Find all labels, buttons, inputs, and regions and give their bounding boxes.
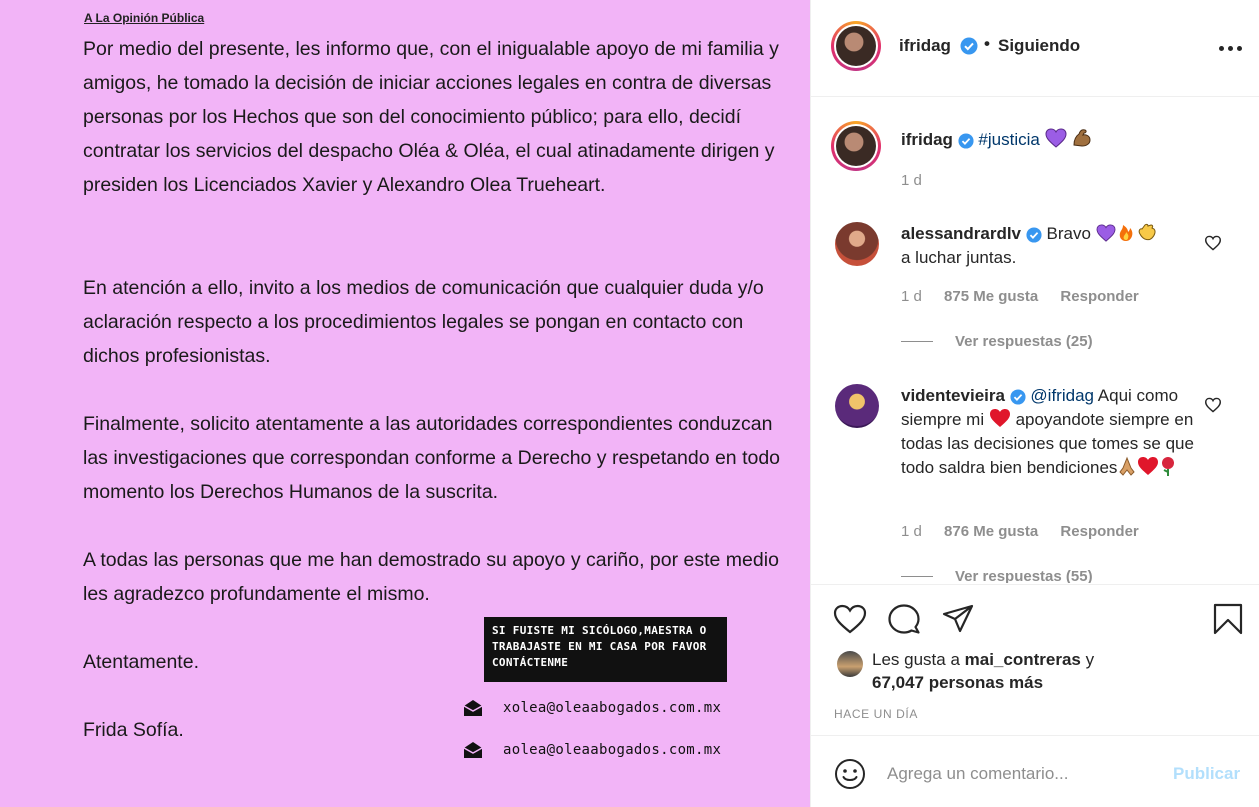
- comment-likes[interactable]: 875 Me gusta: [944, 288, 1038, 305]
- likes-others[interactable]: 67,047 personas más: [872, 673, 1043, 692]
- letter-paragraph-4: A todas las personas que me han demostra…: [83, 549, 779, 605]
- verified-badge-icon: [960, 37, 978, 55]
- following-button[interactable]: Siguiendo: [998, 36, 1080, 56]
- reply-button[interactable]: Responder: [1060, 288, 1138, 305]
- letter-paragraph-1: Por medio del presente, les informo que,…: [83, 38, 779, 196]
- email-address-1: xolea@oleaabogados.com.mx: [503, 700, 722, 716]
- comment-username[interactable]: videntevieira: [901, 386, 1005, 405]
- caption-text: ifridag #justicia: [901, 128, 1201, 152]
- likes-prefix: Les gusta a: [872, 650, 960, 669]
- comment-body-continued: a luchar juntas.: [901, 248, 1017, 267]
- post-actions: Les gusta a mai_contreras y 67,047 perso…: [811, 584, 1259, 736]
- letter-title: A La Opinión Pública: [84, 11, 205, 25]
- rose-icon: [1162, 457, 1175, 476]
- email-row-2: aolea@oleaabogados.com.mx: [462, 739, 721, 761]
- bookmark-icon[interactable]: [1211, 603, 1245, 635]
- purple-heart-icon: [1096, 224, 1116, 242]
- view-replies-button[interactable]: Ver respuestas (25): [901, 333, 1093, 350]
- post-header: ifridag • Siguiendo: [811, 0, 1259, 97]
- caption-author-avatar[interactable]: [831, 121, 881, 171]
- comments-list[interactable]: ifridag #justicia 1 d alessandrardlv Bra…: [811, 98, 1259, 583]
- emoji-icon[interactable]: [834, 758, 866, 790]
- mention-link[interactable]: @ifridag: [1030, 386, 1094, 405]
- comment-body: Bravo: [1046, 224, 1091, 243]
- red-heart-icon: [1138, 457, 1159, 475]
- publish-button[interactable]: Publicar: [1173, 764, 1240, 784]
- author-username[interactable]: ifridag: [899, 36, 951, 56]
- post-timestamp: HACE UN DÍA: [834, 707, 918, 721]
- email-row-1: xolea@oleaabogados.com.mx: [462, 697, 721, 719]
- comment-input[interactable]: [887, 759, 1157, 789]
- comment-text: videntevieira @ifridag Aqui como siempre…: [901, 384, 1201, 480]
- comment-composer: Publicar: [811, 737, 1259, 807]
- hashtag-link[interactable]: #justicia: [978, 130, 1039, 149]
- comment-meta: 1 d 876 Me gusta Responder: [901, 523, 1139, 540]
- red-heart-icon: [989, 409, 1010, 427]
- caption-time: 1 d: [901, 172, 922, 189]
- heart-icon[interactable]: [833, 603, 867, 635]
- purple-heart-icon: [1045, 128, 1067, 148]
- liker-avatar[interactable]: [837, 651, 863, 677]
- comment-likes[interactable]: 876 Me gusta: [944, 523, 1038, 540]
- comment-text: alessandrardlv Bravo a luchar juntas.: [901, 222, 1201, 270]
- comment-meta: 1 d 875 Me gusta Responder: [901, 288, 1139, 305]
- heart-icon[interactable]: [1204, 397, 1222, 413]
- clapping-hands-icon: [1138, 223, 1156, 241]
- more-options-icon[interactable]: [1219, 46, 1243, 52]
- letter-paragraph-2: En atención a ello, invito a los medios …: [83, 277, 764, 367]
- contact-sticker: SI FUISTE MI SICÓLOGO,MAESTRA O TRABAJAS…: [484, 617, 727, 682]
- likes-summary: Les gusta a mai_contreras y: [872, 650, 1094, 670]
- comment-time: 1 d: [901, 288, 922, 305]
- envelope-icon: [463, 742, 483, 758]
- view-replies-label: Ver respuestas (55): [955, 568, 1093, 583]
- reply-button[interactable]: Responder: [1060, 523, 1138, 540]
- likes-conjunction: y: [1085, 650, 1095, 669]
- caption-username[interactable]: ifridag: [901, 130, 953, 149]
- author-avatar[interactable]: [831, 21, 881, 71]
- verified-badge-icon: [1010, 388, 1026, 405]
- header-separator: •: [984, 34, 990, 53]
- post-side-panel: ifridag • Siguiendo ifridag #justicia 1 …: [810, 0, 1259, 807]
- letter-paragraph-3: Finalmente, solicito atentamente a las a…: [83, 413, 781, 503]
- fire-icon: [1119, 225, 1133, 241]
- comment-username[interactable]: alessandrardlv: [901, 224, 1021, 243]
- heart-icon[interactable]: [1204, 235, 1222, 251]
- comment-avatar[interactable]: [835, 384, 879, 428]
- share-icon[interactable]: [941, 603, 975, 635]
- view-replies-label: Ver respuestas (25): [955, 333, 1093, 350]
- email-address-2: aolea@oleaabogados.com.mx: [503, 742, 722, 758]
- comment-icon[interactable]: [887, 603, 921, 635]
- liker-username[interactable]: mai_contreras: [965, 650, 1081, 669]
- likes-count[interactable]: 67,047 personas más: [872, 673, 1043, 693]
- view-replies-button[interactable]: Ver respuestas (55): [901, 568, 1093, 583]
- folded-hands-icon: [1119, 456, 1136, 476]
- verified-badge-icon: [958, 132, 974, 149]
- envelope-icon: [463, 700, 483, 716]
- verified-badge-icon: [1026, 226, 1042, 243]
- comment-avatar[interactable]: [835, 222, 879, 266]
- flexed-biceps-icon: [1073, 129, 1091, 147]
- comment-time: 1 d: [901, 523, 922, 540]
- post-image: A La Opinión Pública Por medio del prese…: [0, 0, 810, 807]
